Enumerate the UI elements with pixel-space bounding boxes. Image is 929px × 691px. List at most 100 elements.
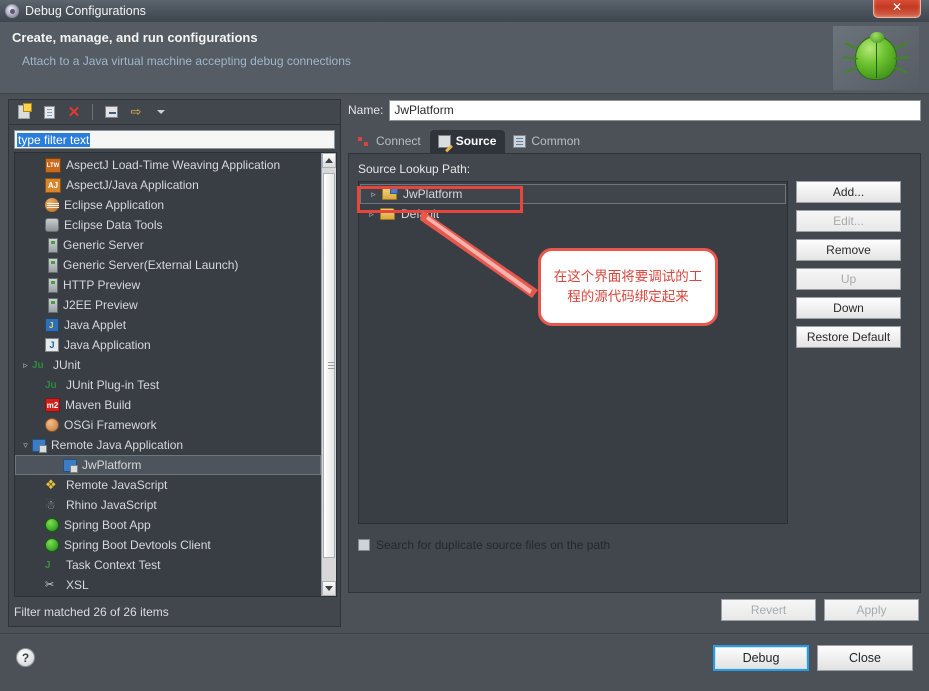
window-title: Debug Configurations — [25, 4, 146, 18]
configurations-panel: ✕ ⇨ type filter text LTW AspectJ Load-Tim… — [8, 99, 341, 627]
name-input[interactable]: JwPlatform — [389, 99, 921, 121]
tab-label: Common — [531, 134, 581, 148]
tree-item-label: Generic Server(External Launch) — [63, 258, 239, 272]
tree-item[interactable]: J Java Application — [15, 335, 321, 355]
tree-item[interactable]: Spring Boot Devtools Client — [15, 535, 321, 555]
edit-button[interactable]: Edit... — [796, 210, 901, 232]
new-configuration-button[interactable] — [13, 102, 35, 122]
tree-item[interactable]: OSGi Framework — [15, 415, 321, 435]
aspectj-icon: AJ — [45, 177, 61, 193]
filter-status: Filter matched 26 of 26 items — [14, 605, 169, 619]
tree-item[interactable]: Java Applet — [15, 315, 321, 335]
tree-twisty-icon[interactable]: ▿ — [19, 440, 32, 451]
source-lookup-row[interactable]: ▹ JwPlatform — [360, 184, 786, 204]
triangle-down-icon — [325, 586, 333, 591]
delete-configuration-button[interactable]: ✕ — [63, 102, 85, 122]
tree-item[interactable]: ✂ XSL — [15, 575, 321, 595]
source-lookup-list[interactable]: ▹ JwPlatform ▹ Default — [358, 181, 788, 524]
down-button[interactable]: Down — [796, 297, 901, 319]
duplicate-search-label: Search for duplicate source files on the… — [376, 538, 611, 552]
scrollbar-thumb[interactable] — [323, 173, 335, 558]
tab-source[interactable]: Source — [429, 130, 506, 153]
tree-item-label: Generic Server — [63, 238, 144, 252]
java-application-icon: J — [45, 338, 59, 352]
tree-item[interactable]: ❖ Remote JavaScript — [15, 475, 321, 495]
tree-item[interactable]: Eclipse Application — [15, 195, 321, 215]
triangle-up-icon — [325, 158, 333, 163]
filter-dropdown-button[interactable] — [150, 102, 172, 122]
tree-item[interactable]: ☃ Rhino JavaScript — [15, 495, 321, 515]
up-button[interactable]: Up — [796, 268, 901, 290]
tree-item-label: Rhino JavaScript — [66, 498, 157, 512]
database-icon — [45, 218, 59, 232]
tree-item[interactable]: ▿ Remote Java Application — [15, 435, 321, 455]
tree-scrollbar[interactable] — [321, 153, 336, 596]
duplicate-search-checkbox[interactable] — [358, 539, 370, 551]
duplicate-configuration-button[interactable] — [38, 102, 60, 122]
configurations-toolbar: ✕ ⇨ — [9, 100, 340, 125]
new-document-icon — [18, 103, 32, 119]
scroll-down-button[interactable] — [322, 581, 336, 596]
tab-connect[interactable]: Connect — [350, 130, 430, 153]
yellow-arrow-icon: ⇨ — [130, 104, 142, 119]
tree-item[interactable]: ▹ Ju JUnit — [15, 355, 321, 375]
folder-icon — [380, 208, 395, 220]
revert-button[interactable]: Revert — [721, 599, 816, 621]
collapse-all-button[interactable] — [100, 102, 122, 122]
tree-item[interactable]: Generic Server(External Launch) — [15, 255, 321, 275]
tree-item[interactable]: Spring Boot App — [15, 515, 321, 535]
tree-item-label: Eclipse Data Tools — [64, 218, 163, 232]
source-icon — [437, 134, 451, 148]
tree-item-label: OSGi Framework — [64, 418, 157, 432]
tree-item[interactable]: J2EE Preview — [15, 295, 321, 315]
tree-item[interactable]: Generic Server — [15, 235, 321, 255]
filter-configurations-button[interactable]: ⇨ — [125, 102, 147, 122]
tree-item[interactable]: Ju JUnit Plug-in Test — [15, 375, 321, 395]
spring-icon — [45, 538, 59, 552]
tree-item[interactable]: J Task Context Test — [15, 555, 321, 575]
tree-item[interactable]: HTTP Preview — [15, 275, 321, 295]
java-applet-icon — [45, 318, 59, 332]
tree-item-label: JwPlatform — [82, 458, 142, 472]
tab-common[interactable]: Common — [505, 130, 589, 153]
source-twisty-icon[interactable]: ▹ — [367, 189, 380, 200]
spring-icon — [45, 518, 59, 532]
tree-item-selected[interactable]: JwPlatform — [15, 455, 321, 475]
bug-head — [870, 32, 884, 43]
tree-item[interactable]: Eclipse Data Tools — [15, 215, 321, 235]
duplicate-search-row[interactable]: Search for duplicate source files on the… — [358, 538, 911, 552]
titlebar-left-group: Debug Configurations — [5, 4, 146, 18]
tab-label: Source — [455, 134, 497, 148]
filter-input[interactable]: type filter text — [14, 130, 335, 149]
source-lookup-row[interactable]: ▹ Default — [359, 204, 787, 224]
server-icon — [48, 297, 58, 313]
source-lookup-buttons: Add... Edit... Remove Up Down Restore Default — [796, 181, 901, 524]
tree-item-label: Task Context Test — [66, 558, 161, 572]
remove-button[interactable]: Remove — [796, 239, 901, 261]
tree-item[interactable]: AJ AspectJ/Java Application — [15, 175, 321, 195]
common-icon — [513, 134, 527, 148]
restoredefault-button[interactable]: Restore Default — [796, 326, 901, 348]
apply-button[interactable]: Apply — [824, 599, 919, 621]
gear-icon — [5, 4, 19, 18]
source-twisty-icon[interactable]: ▹ — [365, 209, 378, 220]
source-lookup-area: ▹ JwPlatform ▹ Default Add... Edit... Remove U… — [358, 181, 911, 524]
add-button[interactable]: Add... — [796, 181, 901, 203]
source-lookup-label-text: JwPlatform — [403, 187, 463, 201]
close-button[interactable]: Close — [817, 645, 913, 671]
tree-twisty-icon[interactable]: ▹ — [19, 360, 32, 371]
configurations-tree[interactable]: LTW AspectJ Load-Time Weaving Application… — [14, 152, 337, 597]
dialog-footer: ? Debug Close — [0, 633, 929, 691]
tree-item-label: Java Applet — [64, 318, 127, 332]
junit-icon: Ju — [45, 379, 57, 391]
close-icon[interactable]: ✕ — [873, 0, 921, 18]
tree-item[interactable]: LTW AspectJ Load-Time Weaving Application — [15, 155, 321, 175]
tree-item[interactable]: m2 Maven Build — [15, 395, 321, 415]
tree-item-label: Remote JavaScript — [66, 478, 168, 492]
source-lookup-label-text: Default — [401, 207, 440, 221]
debug-button[interactable]: Debug — [713, 645, 809, 671]
page-title: Create, manage, and run configurations — [12, 30, 258, 45]
help-icon[interactable]: ? — [16, 648, 35, 667]
source-folder-icon — [382, 186, 398, 200]
scroll-up-button[interactable] — [322, 153, 336, 168]
